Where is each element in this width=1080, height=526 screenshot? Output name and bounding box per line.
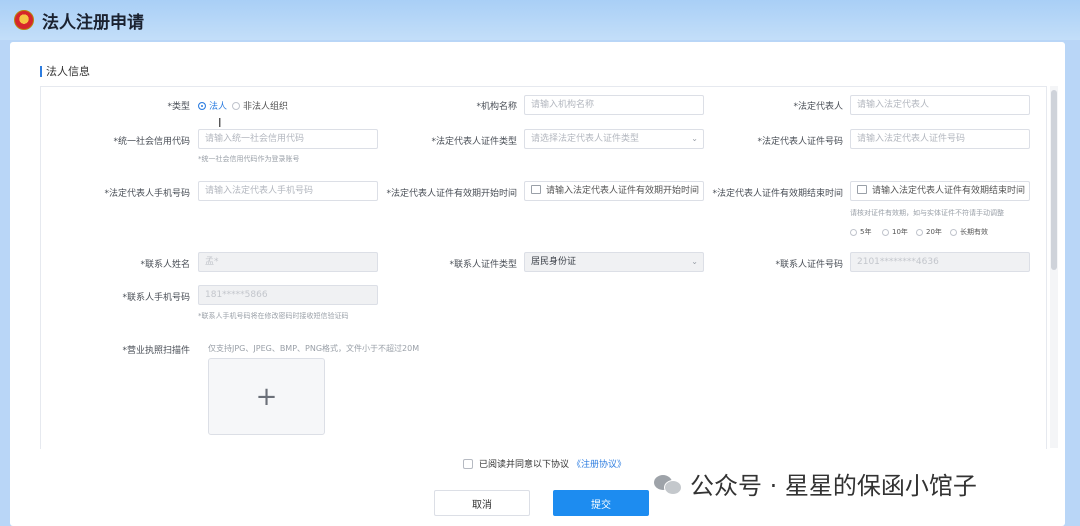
- type-radio-unincorporated[interactable]: 非法人组织: [232, 99, 288, 112]
- section-bar-icon: [40, 65, 42, 77]
- rep-id-type-label: *法定代表人证件类型: [431, 137, 517, 147]
- chevron-down-icon: ⌄: [691, 134, 698, 143]
- contact-name-input[interactable]: 孟*: [198, 252, 378, 272]
- contact-id-no-label: *联系人证件号码: [775, 260, 843, 270]
- app-title: 法人注册申请: [42, 12, 144, 33]
- org-name-label: *机构名称: [476, 102, 517, 112]
- cancel-button[interactable]: 取消: [434, 490, 530, 516]
- radio-unchecked-icon: [950, 228, 957, 236]
- validity-option-label: 10年: [892, 228, 908, 236]
- type-option-legal: 法人: [209, 102, 228, 112]
- contact-id-type-select[interactable]: 居民身份证 ⌄: [524, 252, 704, 272]
- validity-option-5y[interactable]: 5年: [850, 227, 871, 237]
- type-label: *类型: [167, 102, 190, 112]
- contact-phone-hint: *联系人手机号码将在修改密码时接收短信验证码: [198, 312, 349, 320]
- contact-phone-label: *联系人手机号码: [122, 293, 190, 303]
- rep-id-start-input[interactable]: 请输入法定代表人证件有效期开始时间: [524, 181, 704, 201]
- legal-rep-input[interactable]: 请输入法定代表人: [850, 95, 1030, 115]
- rep-id-no-input[interactable]: 请输入法定代表人证件号码: [850, 129, 1030, 149]
- radio-unchecked-icon: [232, 101, 240, 110]
- wechat-icon: [654, 473, 682, 495]
- rep-id-type-select[interactable]: 请选择法定代表人证件类型 ⌄: [524, 129, 704, 149]
- validity-option-10y[interactable]: 10年: [882, 227, 908, 237]
- rep-id-type-placeholder: 请选择法定代表人证件类型: [531, 134, 640, 144]
- rep-id-start-label: *法定代表人证件有效期开始时间: [386, 189, 517, 199]
- contact-phone-input[interactable]: 181*****5866: [198, 285, 378, 305]
- radio-unchecked-icon: [850, 228, 857, 236]
- rep-id-end-hint: 请核对证件有效期，如与实体证件不符请手动调整: [850, 209, 1004, 217]
- emblem-icon: [14, 10, 34, 30]
- credit-code-label: *统一社会信用代码: [113, 137, 190, 147]
- contact-id-type-label: *联系人证件类型: [449, 260, 517, 270]
- text-cursor-icon: I: [218, 116, 222, 130]
- credit-code-input[interactable]: 请输入统一社会信用代码: [198, 129, 378, 149]
- contact-name-label: *联系人姓名: [140, 260, 190, 270]
- contact-id-no-input[interactable]: 2101********4636: [850, 252, 1030, 272]
- rep-phone-input[interactable]: 请输入法定代表人手机号码: [198, 181, 378, 201]
- plus-icon: +: [255, 381, 278, 412]
- calendar-icon: [857, 185, 867, 194]
- section-title: 法人信息: [40, 63, 90, 79]
- validity-option-label: 5年: [860, 228, 872, 236]
- license-label: *营业执照扫描件: [122, 346, 190, 356]
- watermark: 公众号 · 星星的保函小馆子: [654, 466, 977, 501]
- submit-button[interactable]: 提交: [553, 490, 649, 516]
- legal-rep-label: *法定代表人: [793, 102, 843, 112]
- license-hint: 仅支持JPG、JPEG、BMP、PNG格式，文件小于不超过20M: [208, 344, 420, 353]
- watermark-text: 公众号 · 星星的保函小馆子: [690, 472, 977, 500]
- scrollbar-thumb[interactable]: [1051, 90, 1057, 270]
- rep-id-end-input[interactable]: 请输入法定代表人证件有效期结束时间: [850, 181, 1030, 201]
- section-title-text: 法人信息: [46, 65, 90, 78]
- type-option-unincorporated: 非法人组织: [243, 102, 289, 112]
- agreement-row: 已阅读并同意以下协议 《注册协议》: [463, 457, 626, 470]
- validity-option-20y[interactable]: 20年: [916, 227, 942, 237]
- agreement-checkbox[interactable]: [463, 458, 473, 469]
- calendar-icon: [531, 185, 541, 194]
- title-bar: 法人注册申请: [0, 0, 1080, 40]
- license-upload-button[interactable]: +: [208, 358, 325, 435]
- rep-id-start-placeholder: 请输入法定代表人证件有效期开始时间: [546, 186, 700, 196]
- validity-option-permanent[interactable]: 长期有效: [950, 227, 988, 237]
- agreement-text: 已阅读并同意以下协议: [479, 460, 570, 470]
- org-name-input[interactable]: 请输入机构名称: [524, 95, 704, 115]
- radio-unchecked-icon: [916, 228, 923, 236]
- validity-option-label: 20年: [926, 228, 942, 236]
- rep-id-no-label: *法定代表人证件号码: [757, 137, 843, 147]
- rep-id-end-placeholder: 请输入法定代表人证件有效期结束时间: [872, 186, 1026, 196]
- rep-phone-label: *法定代表人手机号码: [104, 189, 190, 199]
- radio-checked-icon: [198, 101, 206, 110]
- credit-code-hint: *统一社会信用代码作为登录账号: [198, 155, 300, 163]
- contact-id-type-value: 居民身份证: [531, 257, 577, 267]
- chevron-down-icon: ⌄: [691, 257, 698, 266]
- radio-unchecked-icon: [882, 228, 889, 236]
- agreement-link[interactable]: 《注册协议》: [572, 457, 626, 470]
- validity-option-label: 长期有效: [960, 228, 988, 236]
- rep-id-end-label: *法定代表人证件有效期结束时间: [712, 189, 843, 199]
- type-radio-legal[interactable]: 法人: [198, 99, 227, 112]
